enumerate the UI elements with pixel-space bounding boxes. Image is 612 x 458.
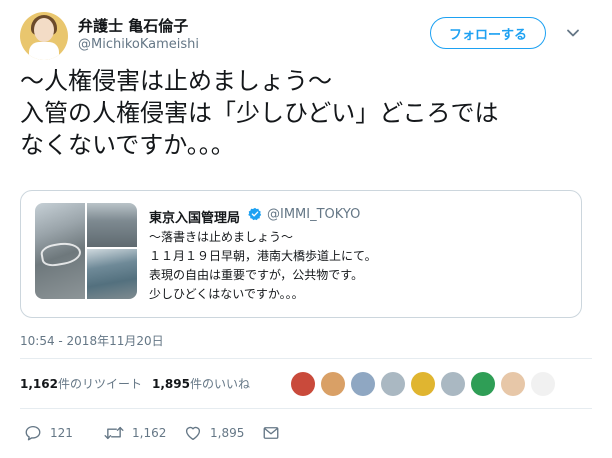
heart-icon <box>185 426 201 441</box>
tweet-line: なくないですか。。。 <box>20 131 235 159</box>
quote-photo-1[interactable] <box>35 203 85 299</box>
liker-avatar[interactable] <box>351 372 375 396</box>
divider <box>20 358 592 359</box>
tweet-line: 入管の人権侵害は「少しひどい」どころでは <box>20 99 499 127</box>
follow-button[interactable]: フォローする <box>430 17 546 49</box>
divider <box>20 408 592 409</box>
tweet-text: ～人権侵害は止めましょう～ 入管の人権侵害は「少しひどい」どころでは なくないで… <box>20 65 595 161</box>
retweet-button[interactable]: 1,162 <box>104 424 166 442</box>
author-handle[interactable]: @MichikoKameishi <box>78 37 199 52</box>
likes-stat[interactable]: 1,895件のいいね <box>152 377 250 391</box>
quote-text: ～落書きは止めましょう～ １１月１９日早朝，港南大橋歩道上にて。 表現の自由は重… <box>149 228 377 304</box>
quote-line: １１月１９日早朝，港南大橋歩道上にて。 <box>149 249 377 263</box>
like-button[interactable]: 1,895 <box>184 424 244 442</box>
liker-avatar[interactable] <box>411 372 435 396</box>
retweets-label: 件のリツイート <box>57 377 142 391</box>
like-count: 1,895 <box>210 426 245 440</box>
retweets-count: 1,162 <box>20 377 58 391</box>
direct-message-button[interactable] <box>262 424 288 442</box>
author-avatar[interactable] <box>20 12 68 60</box>
liker-avatar[interactable] <box>471 372 495 396</box>
quote-photo-2[interactable] <box>87 203 137 247</box>
envelope-icon <box>263 427 279 439</box>
retweet-count: 1,162 <box>132 426 167 440</box>
author-name[interactable]: 弁護士 亀石倫子 <box>78 15 188 36</box>
retweet-icon <box>104 426 124 440</box>
liker-avatar[interactable] <box>291 372 315 396</box>
quote-author-name: 東京入国管理局 <box>149 211 241 226</box>
quoted-tweet-card[interactable]: 東京入国管理局 @IMMI_TOKYO ～落書きは止めましょう～ １１月１９日早… <box>20 190 582 318</box>
quote-line: 表現の自由は重要ですが，公共物です。 <box>149 268 364 282</box>
liker-avatar[interactable] <box>531 372 555 396</box>
reply-count: 121 <box>50 426 73 440</box>
liker-avatar[interactable] <box>501 372 525 396</box>
quote-author-handle: @IMMI_TOKYO <box>267 207 361 222</box>
tweet-line: ～人権侵害は止めましょう～ <box>20 67 332 95</box>
likes-count: 1,895 <box>151 377 190 391</box>
liker-avatar[interactable] <box>321 372 345 396</box>
reply-button[interactable]: 121 <box>24 424 73 442</box>
quote-line: 少しひどくはないですか。。。 <box>149 287 304 301</box>
retweets-stat[interactable]: 1,162件のリツイート <box>20 377 142 391</box>
reply-icon <box>25 425 41 441</box>
quote-photo-3[interactable] <box>87 249 137 299</box>
verified-badge-icon <box>248 207 262 221</box>
tweet-timestamp[interactable]: 10:54 - 2018年11月20日 <box>20 332 164 349</box>
liker-avatar[interactable] <box>441 372 465 396</box>
quote-line: ～落書きは止めましょう～ <box>149 230 294 244</box>
tweet-stats: 1,162件のリツイート 1,895件のいいね <box>20 375 250 392</box>
likes-label: 件のいいね <box>189 377 250 391</box>
liker-avatar[interactable] <box>381 372 405 396</box>
chevron-down-icon[interactable] <box>566 26 580 40</box>
